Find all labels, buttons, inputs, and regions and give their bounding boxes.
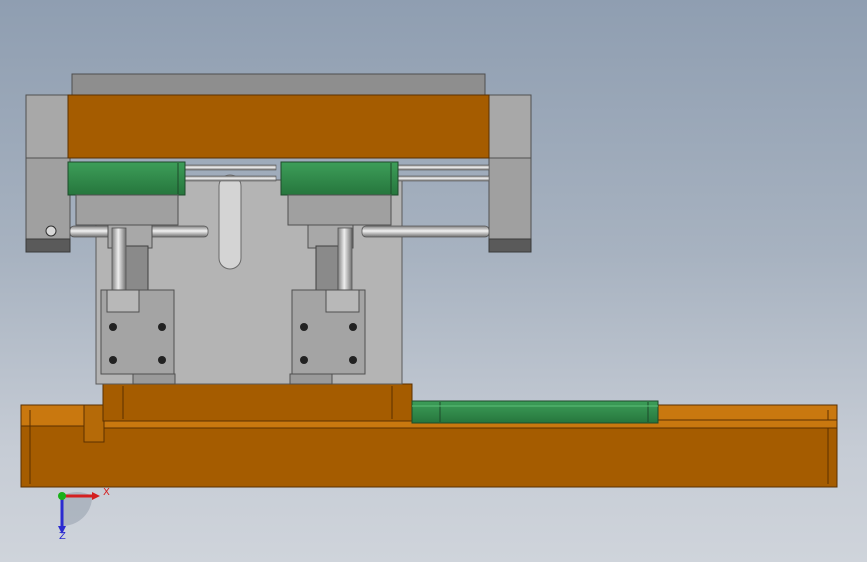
z-axis-label: Z xyxy=(59,531,66,542)
right-side-bracket[interactable] xyxy=(488,94,532,253)
assembly-model[interactable] xyxy=(0,0,867,562)
left-clamp-assembly[interactable] xyxy=(75,194,179,385)
coordinate-triad xyxy=(58,491,100,534)
left-carriage-block[interactable] xyxy=(67,161,186,196)
left-side-bracket[interactable] xyxy=(25,94,71,253)
upper-beam[interactable] xyxy=(67,94,490,159)
x-axis-label: X xyxy=(103,487,110,498)
base-slider-block[interactable] xyxy=(102,383,413,422)
top-cover-plate[interactable] xyxy=(71,73,486,99)
linear-guide-rail[interactable] xyxy=(411,400,659,424)
right-carriage-block[interactable] xyxy=(280,161,399,196)
y-axis-dot xyxy=(58,492,66,500)
cad-graphics-viewport[interactable]: X Z xyxy=(0,0,867,562)
